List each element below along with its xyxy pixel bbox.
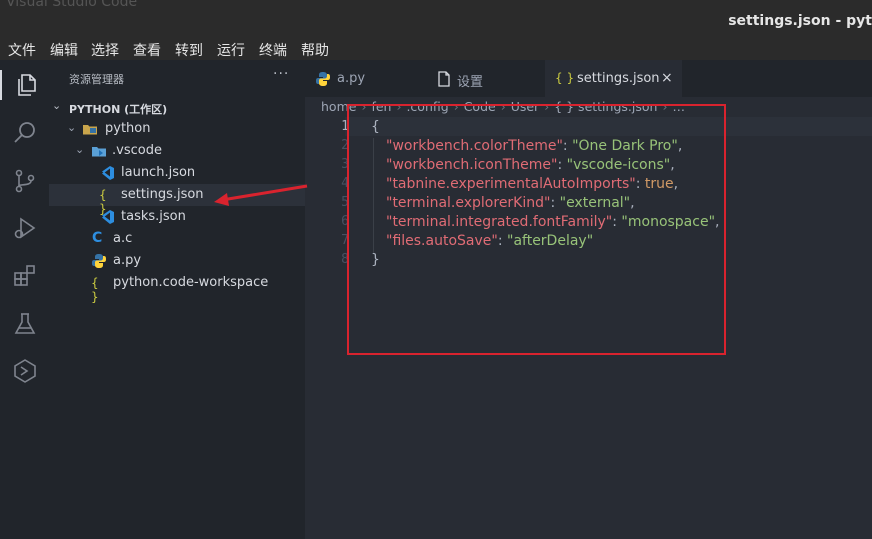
- chevron-down-icon: ⌄: [75, 143, 85, 156]
- tree-item-label: python.code-workspace: [113, 275, 269, 290]
- search-icon: [14, 122, 35, 143]
- tree-item-python-folder[interactable]: ⌄ python: [49, 118, 305, 140]
- file-icon: [438, 71, 450, 87]
- vscode-icon: [102, 210, 114, 224]
- explorer-header: 资源管理器: [69, 73, 124, 86]
- chevron-down-icon: ⌄: [67, 121, 77, 134]
- faint-window-title: Visual Studio Code: [6, 0, 138, 10]
- python-icon: [316, 72, 330, 86]
- folder-vscode-icon: [92, 147, 106, 157]
- close-icon[interactable]: ×: [661, 70, 673, 86]
- remote-activity[interactable]: [12, 358, 38, 384]
- explorer-sidebar: 资源管理器 ··· ⌄ PYTHON (工作区) ⌄ python ⌄ .vsc…: [49, 60, 305, 539]
- tree-item-a-py[interactable]: a.py: [49, 250, 305, 272]
- tab-settings-json[interactable]: { } settings.json ×: [545, 60, 682, 97]
- activity-bar: [0, 60, 49, 539]
- tab-label: 设置: [457, 75, 484, 90]
- run-debug-activity[interactable]: [12, 215, 38, 241]
- workspace-label: PYTHON (工作区): [69, 103, 168, 116]
- tree-item-a-c[interactable]: C a.c: [49, 228, 305, 250]
- json-braces-icon: { }: [99, 188, 107, 216]
- json-braces-icon: { }: [555, 71, 575, 85]
- more-actions-button[interactable]: ···: [273, 66, 289, 82]
- remote-icon: [14, 359, 36, 383]
- tree-item-label: settings.json: [121, 187, 204, 202]
- tree-item-label: a.c: [113, 231, 133, 246]
- menu-terminal[interactable]: 终端: [259, 40, 287, 60]
- tree-item-vscode-folder[interactable]: ⌄ .vscode: [49, 140, 305, 162]
- tree-item-label: a.py: [113, 253, 142, 268]
- run-debug-icon: [14, 217, 36, 239]
- menu-edit[interactable]: 编辑: [50, 40, 78, 60]
- json-braces-icon: { }: [91, 276, 99, 304]
- menu-help[interactable]: 帮助: [301, 40, 329, 60]
- extensions-activity[interactable]: [12, 263, 38, 289]
- explorer-activity[interactable]: [0, 70, 51, 100]
- testing-activity[interactable]: [12, 311, 38, 337]
- menu-view[interactable]: 查看: [133, 40, 161, 60]
- tree-item-label: tasks.json: [121, 209, 186, 224]
- tree-item-label: python: [105, 121, 151, 136]
- title-bar: Visual Studio Code settings.json - pyt: [0, 0, 872, 38]
- menu-file[interactable]: 文件: [8, 40, 36, 60]
- menu-go[interactable]: 转到: [175, 40, 203, 60]
- folder-python-icon: [83, 125, 97, 135]
- extensions-icon: [14, 265, 35, 286]
- tab-a-py[interactable]: a.py: [305, 60, 424, 97]
- source-control-icon: [15, 169, 35, 193]
- files-icon: [18, 74, 36, 96]
- c-icon: C: [92, 230, 103, 246]
- vscode-icon: [102, 166, 114, 180]
- menu-bar: 文件 编辑 选择 查看 转到 运行 终端 帮助: [0, 38, 872, 60]
- menu-run[interactable]: 运行: [217, 40, 245, 60]
- tab-label: a.py: [337, 71, 366, 86]
- tab-label: settings.json: [577, 71, 660, 86]
- tab-bar: a.py 设置 { } settings.json ×: [305, 60, 872, 97]
- menu-selection[interactable]: 选择: [91, 40, 119, 60]
- tab-settings-ui[interactable]: 设置: [425, 60, 544, 97]
- tree-item-label: .vscode: [112, 143, 162, 158]
- tree-item-tasks-json[interactable]: tasks.json: [49, 206, 305, 228]
- source-control-activity[interactable]: [12, 168, 38, 194]
- tree-item-python-code-workspace[interactable]: { } python.code-workspace: [49, 272, 305, 304]
- python-icon: [92, 254, 106, 268]
- testing-icon: [14, 313, 36, 334]
- workspace-section[interactable]: ⌄ PYTHON (工作区): [49, 98, 305, 118]
- window-title: settings.json - pyt: [728, 13, 872, 29]
- chevron-down-icon: ⌄: [52, 99, 62, 112]
- annotation-highlight-box: [347, 104, 726, 355]
- tree-item-label: launch.json: [121, 165, 196, 180]
- annotation-arrow: [214, 184, 308, 206]
- search-activity[interactable]: [12, 120, 38, 146]
